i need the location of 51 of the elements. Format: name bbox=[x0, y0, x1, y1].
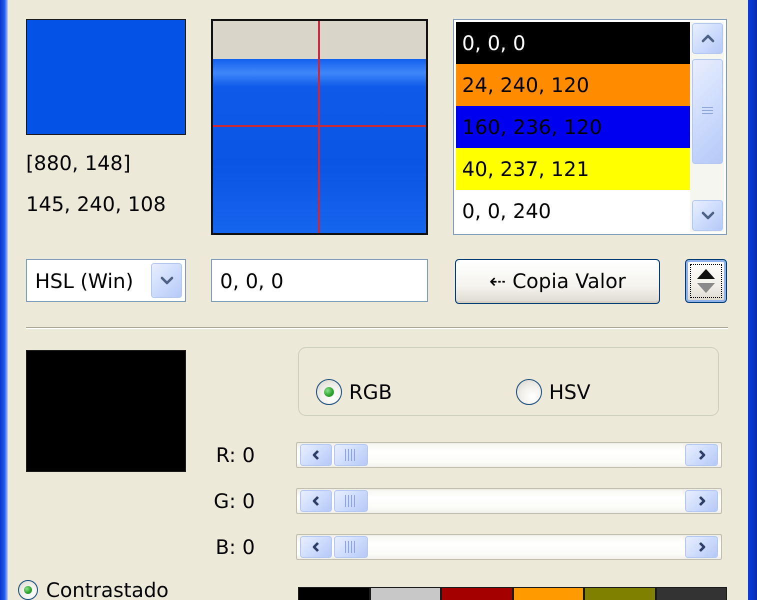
radio-icon[interactable] bbox=[316, 379, 342, 405]
radio-option[interactable]: RGB bbox=[316, 379, 392, 405]
radio-option[interactable]: HSV bbox=[516, 379, 590, 405]
picked-color-value: 145, 240, 108 bbox=[26, 193, 166, 216]
channel-label: G: 0 bbox=[214, 488, 255, 514]
value-input[interactable]: 0, 0, 0 bbox=[211, 259, 428, 302]
scroll-left-button[interactable] bbox=[300, 444, 332, 466]
color-swatch[interactable] bbox=[370, 588, 440, 600]
radio-icon[interactable] bbox=[18, 580, 38, 600]
color-swatch[interactable] bbox=[656, 588, 726, 600]
slider-thumb[interactable] bbox=[334, 536, 368, 558]
color-list-item[interactable]: 24, 240, 120 bbox=[456, 64, 690, 106]
slider-thumb[interactable] bbox=[334, 490, 368, 512]
scroll-right-button[interactable] bbox=[685, 536, 718, 558]
color-swatch[interactable] bbox=[299, 588, 368, 600]
scroll-right-button[interactable] bbox=[685, 444, 718, 466]
scroll-right-button[interactable] bbox=[685, 490, 718, 512]
cursor-position: [880, 148] bbox=[26, 152, 131, 175]
scroll-up-button[interactable] bbox=[692, 23, 723, 54]
radio-option[interactable]: Contrastado bbox=[18, 580, 169, 600]
format-dropdown[interactable]: HSL (Win) bbox=[26, 259, 186, 302]
color-swatch[interactable] bbox=[514, 588, 583, 600]
chevron-down-icon bbox=[700, 208, 714, 222]
chevron-left-icon bbox=[310, 541, 322, 553]
chevron-left-icon bbox=[310, 495, 322, 507]
color-swatch[interactable] bbox=[442, 588, 512, 600]
scrollbar[interactable] bbox=[296, 488, 722, 514]
scrollbar-thumb[interactable] bbox=[692, 59, 723, 164]
dropdown-button[interactable] bbox=[151, 263, 182, 298]
up-down-arrows-icon bbox=[696, 268, 716, 294]
color-list-item[interactable]: 40, 237, 121 bbox=[456, 148, 690, 190]
scroll-left-button[interactable] bbox=[300, 490, 332, 512]
chevron-down-icon bbox=[160, 274, 174, 288]
chevron-right-icon bbox=[696, 495, 707, 507]
chevron-right-icon bbox=[696, 541, 707, 553]
slider-thumb[interactable] bbox=[334, 444, 368, 466]
scrollbar[interactable] bbox=[296, 534, 722, 560]
scrollbar[interactable] bbox=[690, 22, 724, 232]
channel-label: R: 0 bbox=[216, 442, 255, 468]
color-list-item[interactable]: 0, 0, 0 bbox=[456, 22, 690, 64]
chevron-up-icon bbox=[700, 32, 714, 46]
copy-value-button[interactable]: ⇠ Copia Valor bbox=[455, 258, 660, 304]
chevron-right-icon bbox=[696, 449, 707, 461]
channel-label: B: 0 bbox=[215, 534, 255, 560]
color-swatch[interactable] bbox=[585, 588, 654, 600]
radio-icon[interactable] bbox=[516, 379, 542, 405]
scroll-down-button[interactable] bbox=[692, 200, 723, 231]
chevron-left-icon bbox=[310, 449, 322, 461]
scrollbar[interactable] bbox=[296, 442, 722, 468]
move-up-down-button[interactable] bbox=[685, 259, 727, 303]
scroll-left-button[interactable] bbox=[300, 536, 332, 558]
